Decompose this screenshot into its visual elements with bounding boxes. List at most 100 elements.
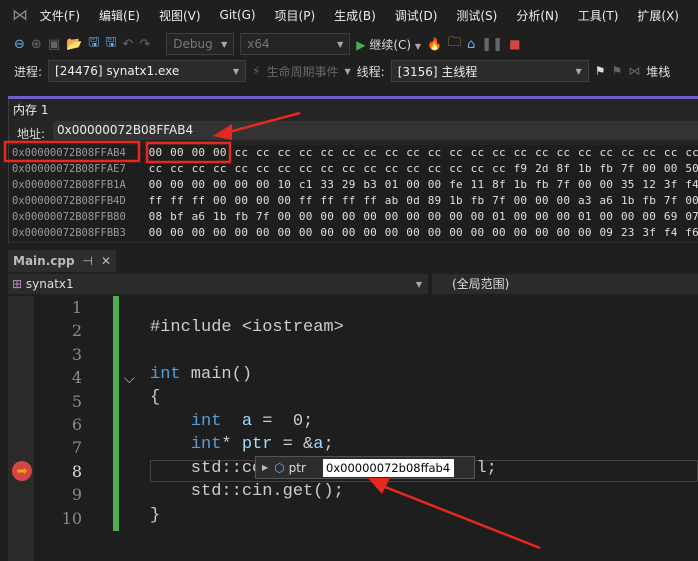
memory-row: 0x00000072B08FFAE7 cc cc cc cc cc cc cc c… (9, 161, 698, 177)
save-icon[interactable]: 🖫 (88, 33, 99, 55)
thread-dropdown[interactable]: [3156] 主线程 ▼ (390, 60, 589, 82)
configuration-value: Debug (173, 37, 213, 51)
flag-threads-icon[interactable]: ⚑ (611, 64, 622, 78)
find-in-files-icon[interactable]: 🗀 (448, 33, 461, 55)
project-value: synatx1 (25, 277, 74, 291)
thread-value: [3156] 主线程 (397, 64, 478, 79)
memory-row-bytes[interactable]: cc cc cc cc cc cc cc cc cc cc cc cc cc c… (149, 161, 698, 177)
window-icon[interactable]: ⌂ (467, 37, 475, 52)
chevron-down-icon: ▼ (575, 66, 582, 76)
hot-reload-icon[interactable]: 🔥 (427, 37, 442, 51)
menu-extensions[interactable]: 扩展(X) (637, 7, 679, 24)
memory-row-bytes[interactable]: 00 00 00 00 00 00 10 c1 33 29 b3 01 00 0… (149, 177, 698, 193)
platform-dropdown[interactable]: x64 ▼ (240, 33, 351, 55)
memory-row-address: 0x00000072B08FFAB4 (12, 147, 126, 159)
line-number: 8 (71, 461, 82, 481)
change-tracking-bar (113, 296, 119, 531)
indicator-margin[interactable] (8, 296, 34, 561)
datatip[interactable]: ▶ ⬡ ptr 0x00000072b08ffab4 (255, 456, 475, 479)
menu-build[interactable]: 生成(B) (334, 7, 376, 24)
debug-location-toolbar: 进程: [24476] synatx1.exe ▼ ⚡ 生命周期事件 ▼ 线程: … (0, 58, 698, 84)
menu-file[interactable]: 文件(F) (40, 7, 80, 24)
memory-row: 0x00000072B08FFBB3 00 00 00 00 00 00 00 0… (9, 225, 698, 241)
address-label: 地址: (17, 127, 46, 141)
editor-tab-strip: Main.cpp ⊣ ✕ (8, 250, 698, 272)
line-number: 7 (71, 438, 82, 458)
menu-debug[interactable]: 调试(D) (395, 7, 438, 24)
memory-row-bytes[interactable]: ff ff ff 00 00 00 00 ff ff ff ff ab 0d 8… (149, 193, 698, 209)
code-line: int a = 0; (190, 412, 314, 431)
scope-dropdown[interactable]: (全局范围) (432, 274, 509, 294)
line-number: 10 (61, 508, 82, 528)
menu-tools[interactable]: 工具(T) (578, 7, 619, 24)
variable-icon: ⬡ (274, 460, 285, 475)
menu-test[interactable]: 测试(S) (456, 7, 497, 24)
datatip-value[interactable]: 0x00000072b08ffab4 (323, 458, 454, 477)
save-all-icon[interactable]: 🖫 (105, 33, 116, 55)
open-folder-icon[interactable]: 📂 (66, 37, 82, 52)
menu-edit[interactable]: 编辑(E) (99, 7, 140, 24)
project-icon: ⊞ (12, 277, 23, 291)
configuration-dropdown[interactable]: Debug ▼ (166, 33, 235, 55)
chevron-down-icon: ▼ (221, 39, 228, 49)
memory-row-address: 0x00000072B08FFAE7 (12, 163, 126, 175)
pause-icon[interactable]: ❚❚ (481, 37, 503, 52)
line-number: 4 (71, 368, 82, 388)
process-value: [24476] synatx1.exe (55, 64, 180, 78)
stop-icon[interactable]: ■ (509, 37, 520, 51)
undo-icon[interactable]: ↶ (122, 37, 133, 52)
lifecycle-events-icon[interactable]: ⚡ (252, 64, 260, 78)
process-dropdown[interactable]: [24476] synatx1.exe ▼ (48, 60, 247, 82)
memory-row-address: 0x00000072B08FFB1A (12, 179, 126, 191)
memory-row-bytes[interactable]: 08 bf a6 1b fb 7f 00 00 00 00 00 00 00 0… (149, 209, 698, 225)
lifecycle-events-button[interactable]: 生命周期事件 (266, 63, 338, 80)
line-number: 3 (71, 344, 82, 364)
chevron-down-icon: ▼ (415, 279, 422, 289)
redo-icon[interactable]: ↷ (139, 37, 150, 52)
memory-row: 0x00000072B08FFB4D ff ff ff 00 00 00 00 f… (9, 193, 698, 209)
memory-row-bytes[interactable]: 00 00 00 00 cc cc cc cc cc cc cc cc cc c… (149, 145, 698, 161)
code-editor[interactable]: ➡ 1 2 3 4 5 6 7 8 9 10 ⌵ #include <iostream> int … (8, 296, 698, 561)
chevron-down-icon: ▼ (414, 41, 422, 51)
thread-label: 线程: (356, 64, 385, 79)
close-icon[interactable]: ✕ (101, 254, 111, 268)
code-line: } (150, 506, 161, 525)
menu-view[interactable]: 视图(V) (159, 7, 201, 24)
line-number: 2 (71, 321, 82, 341)
menu-analyze[interactable]: 分析(N) (516, 7, 558, 24)
continue-button[interactable]: ▶ 继续(C) ▼ (356, 36, 421, 53)
memory-row: 0x00000072B08FFB80 08 bf a6 1b fb 7f 00 0… (9, 209, 698, 225)
tab-main-cpp[interactable]: Main.cpp ⊣ ✕ (8, 250, 116, 272)
memory-grid[interactable]: 0x00000072B08FFAB4 00 00 00 00 cc cc cc c… (9, 145, 698, 241)
forward-icon[interactable]: ⊕ (31, 37, 42, 52)
continue-label: 继续(C) (369, 37, 412, 52)
address-input[interactable]: 0x00000072B08FFAB4 (53, 121, 698, 140)
menu-project[interactable]: 项目(P) (275, 7, 316, 24)
chevron-down-icon: ▼ (232, 66, 240, 76)
stack-frame-label: 堆栈 (646, 64, 671, 79)
visual-studio-logo-icon[interactable]: ⋈ (12, 6, 30, 24)
project-dropdown[interactable]: ⊞ synatx1 ▼ (8, 274, 432, 294)
menu-bar: ⋈ 文件(F) 编辑(E) 视图(V) Git(G) 项目(P) 生成(B) 调… (0, 0, 698, 30)
expand-arrow-icon[interactable]: ▶ (262, 463, 268, 472)
menu-git[interactable]: Git(G) (220, 8, 256, 22)
memory-row: 0x00000072B08FFB1A 00 00 00 00 00 00 10 c… (9, 177, 698, 193)
memory-row-bytes[interactable]: 00 00 00 00 00 00 00 00 00 00 00 00 00 0… (149, 225, 698, 241)
collapse-chevron-icon[interactable]: ⌵ (124, 371, 135, 387)
memory-window: 内存 1 地址: 0x00000072B08FFAB4 0x00000072B0… (8, 99, 698, 243)
flag-icon[interactable]: ⚑ (595, 64, 606, 78)
navigation-bar: ⊞ synatx1 ▼ (全局范围) (8, 274, 698, 294)
line-number: 1 (71, 298, 82, 317)
chevron-down-icon: ▼ (344, 66, 351, 76)
code-line: int* ptr = &a; (190, 435, 334, 454)
show-threads-icon[interactable]: ⋈ (628, 64, 640, 78)
pin-icon[interactable]: ⊣ (83, 254, 93, 268)
code-line: std::cin.get(); (150, 482, 344, 501)
new-project-icon[interactable]: ▣ (48, 37, 60, 52)
datatip-name: ptr (288, 460, 306, 475)
standard-toolbar: ⊖ ⊕ ▣ 📂 🖫 🖫 ↶ ↷ Debug ▼ x64 ▼ ▶ 继续(C) ▼ 🔥 … (0, 31, 698, 57)
memory-row-address: 0x00000072B08FFB80 (12, 211, 126, 223)
line-number: 5 (71, 391, 82, 411)
back-icon[interactable]: ⊖ (14, 37, 25, 52)
memory-row-address: 0x00000072B08FFB4D (12, 195, 126, 207)
